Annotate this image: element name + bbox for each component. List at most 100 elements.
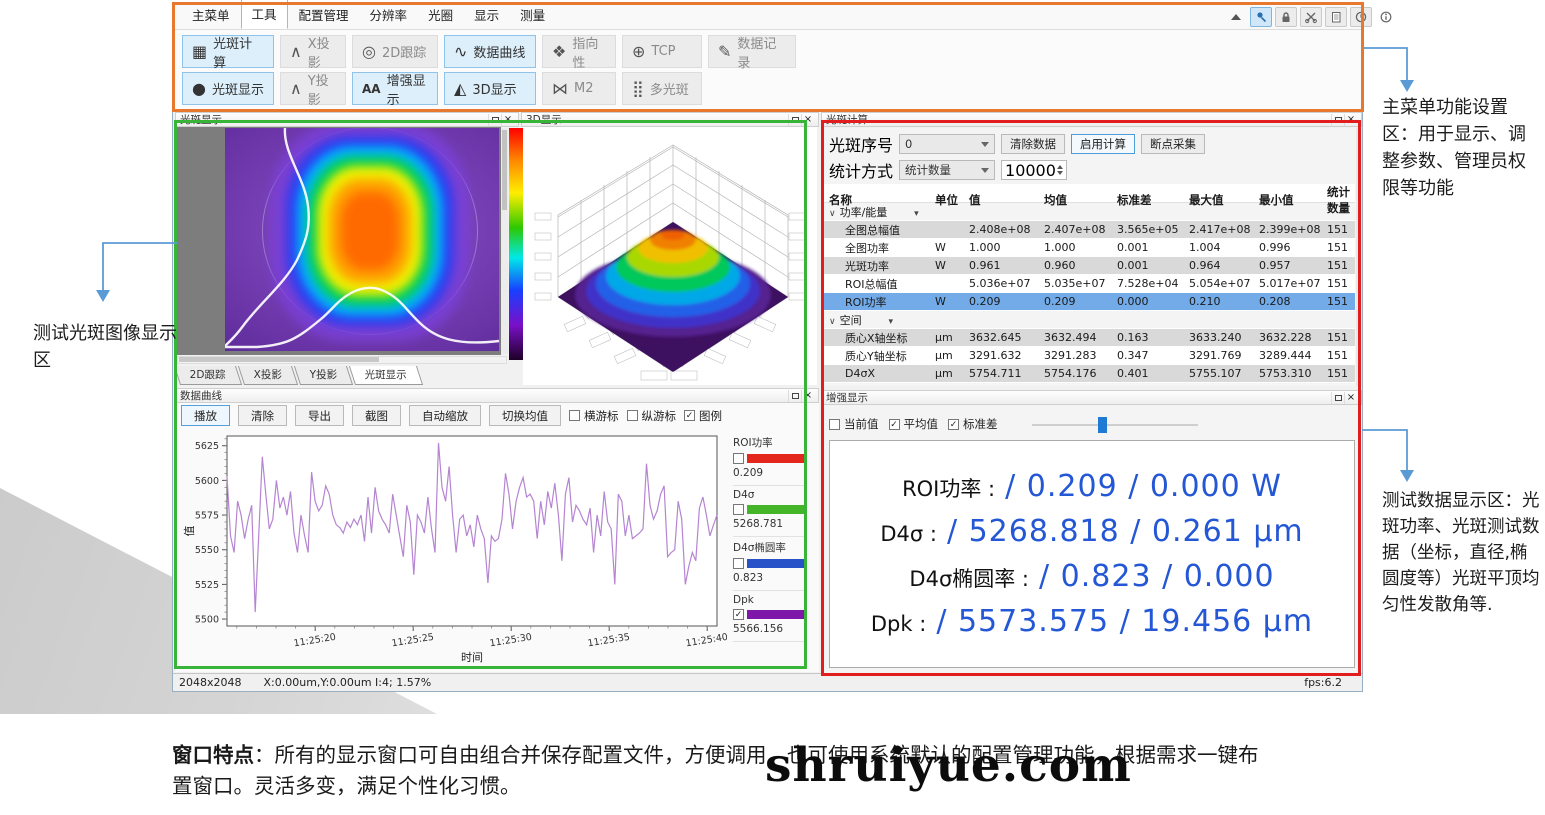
enhanced-slider-thumb[interactable]: [1098, 417, 1107, 433]
close-icon[interactable]: ×: [801, 390, 814, 402]
stat-mode-select[interactable]: 统计数量: [899, 160, 995, 180]
table-row[interactable]: 质心Y轴坐标μm3291.6323291.2830.3473291.769328…: [823, 347, 1355, 365]
enhanced-checkbox-标准差[interactable]: ✓标准差: [948, 416, 998, 432]
y-projection-icon: ∧: [290, 81, 302, 97]
menu-item-4[interactable]: 分辨率: [360, 1, 418, 29]
collapse-icon[interactable]: [1225, 7, 1247, 27]
menu-item-1[interactable]: 主菜单: [182, 1, 240, 29]
row-value: 2.408e+08: [969, 223, 1044, 236]
toolbar-button-光斑显示[interactable]: ●光斑显示: [182, 72, 274, 105]
menu-item-7[interactable]: 测量: [510, 1, 555, 29]
table-row[interactable]: 全图总幅值2.408e+082.407e+083.565e+052.417e+0…: [823, 221, 1355, 239]
column-header: 统计数量: [1327, 184, 1355, 216]
curve-button-导出[interactable]: 导出: [295, 405, 344, 426]
toolbar-button-label: 增强显示: [387, 70, 428, 108]
lock-icon[interactable]: [1275, 7, 1297, 27]
beam-hscroll-thumb[interactable]: [179, 357, 379, 362]
close-icon[interactable]: ×: [1344, 114, 1357, 126]
menu-item-6[interactable]: 显示: [464, 1, 509, 29]
toolbar-button-2D跟踪[interactable]: ◎2D跟踪: [352, 35, 438, 68]
legend-item-Dpk[interactable]: Dpk✓5566.156: [733, 591, 805, 642]
legend-item-D4σ[interactable]: D4σ5268.781: [733, 486, 805, 537]
toolbar-button-TCP[interactable]: ⊕TCP: [622, 35, 702, 68]
row-value: 5.036e+07: [969, 277, 1044, 290]
restore-icon[interactable]: [1331, 114, 1344, 126]
legend-checkbox[interactable]: [733, 558, 744, 569]
svg-text:11:25:30: 11:25:30: [489, 632, 533, 650]
toolbar-button-Y投影[interactable]: ∧Y投影: [280, 72, 346, 105]
curve-checkbox-图例[interactable]: ✓图例: [684, 408, 722, 424]
restore-icon[interactable]: [788, 390, 801, 402]
3d-icon: ◭: [454, 81, 466, 97]
file-icon[interactable]: [1325, 7, 1347, 27]
calc-controls-row-1: 光斑序号 0 清除数据启用计算断点采集: [829, 132, 1205, 156]
menu-item-5[interactable]: 光圈: [418, 1, 463, 29]
tab-光斑显示[interactable]: 光斑显示: [349, 366, 423, 385]
toolbar-button-M2[interactable]: ⋈M2: [542, 72, 616, 105]
curve-checkbox-纵游标[interactable]: 纵游标: [627, 408, 677, 424]
filter-caret-icon[interactable]: ▾: [911, 209, 918, 219]
beam-panel-header: 光斑显示 ×: [175, 112, 519, 127]
legend-checkbox[interactable]: ✓: [733, 609, 744, 620]
table-row[interactable]: D4σXμm5754.7115754.1760.4015755.1075753.…: [823, 365, 1355, 383]
3d-surface-plot[interactable]: [523, 127, 817, 385]
toolbar-button-3D显示[interactable]: ◭3D显示: [444, 72, 536, 105]
curve-panel-header: 数据曲线 ×: [175, 388, 819, 403]
curve-button-切换均值[interactable]: 切换均值: [489, 405, 561, 426]
calc-button-启用计算[interactable]: 启用计算: [1071, 134, 1135, 154]
calc-button-断点采集[interactable]: 断点采集: [1141, 134, 1205, 154]
curve-button-截图[interactable]: 截图: [352, 405, 401, 426]
toolbar-button-光斑计算[interactable]: ▦光斑计算: [182, 35, 274, 68]
row-name: 光斑功率: [823, 258, 935, 274]
menu-item-2[interactable]: 工具: [241, 0, 288, 29]
spot-seq-select[interactable]: 0: [899, 134, 995, 154]
beam-image[interactable]: [225, 128, 499, 351]
menu-item-3[interactable]: 配置管理: [289, 1, 359, 29]
table-row[interactable]: ROI功率W0.2090.2090.0000.2100.208151: [823, 293, 1355, 311]
toolbar-button-label: TCP: [651, 44, 675, 59]
restore-icon[interactable]: [1331, 392, 1344, 404]
restore-icon[interactable]: [488, 114, 501, 126]
enhanced-checkbox-当前值[interactable]: 当前值: [829, 416, 879, 432]
legend-item-ROI功率[interactable]: ROI功率0.209: [733, 432, 805, 486]
curve-checkbox-横游标[interactable]: 横游标: [569, 408, 619, 424]
column-header: 均值: [1044, 192, 1117, 208]
table-group-row[interactable]: ∨空间 ▾: [823, 311, 1355, 329]
curve-button-自动缩放[interactable]: 自动缩放: [409, 405, 481, 426]
curve-button-播放[interactable]: 播放: [181, 405, 230, 426]
filter-caret-icon[interactable]: ▾: [886, 317, 893, 327]
toolbar-button-增强显示[interactable]: AA增强显示: [352, 72, 438, 105]
enhanced-checkbox-平均值[interactable]: ✓平均值: [889, 416, 939, 432]
close-icon[interactable]: ×: [501, 114, 514, 126]
legend-checkbox[interactable]: [733, 453, 744, 464]
pin-icon[interactable]: [1250, 7, 1272, 27]
tab-Y投影[interactable]: Y投影: [294, 366, 354, 385]
restore-icon[interactable]: [788, 114, 801, 126]
table-row[interactable]: 全图功率W1.0001.0000.0011.0040.996151: [823, 239, 1355, 257]
toolbar-button-多光斑[interactable]: ⣿多光斑: [622, 72, 702, 105]
close-icon[interactable]: ×: [1344, 392, 1357, 404]
scissors-icon[interactable]: [1300, 7, 1322, 27]
data-curve-chart[interactable]: 55005525555055755600562511:25:2011:25:25…: [181, 430, 727, 672]
close-icon[interactable]: ×: [801, 114, 814, 126]
group-name: ∨空间 ▾: [823, 312, 935, 328]
clock-icon[interactable]: [1350, 7, 1372, 27]
toolbar-button-数据记录[interactable]: ✎数据记录: [708, 35, 796, 68]
toolbar-button-X投影[interactable]: ∧X投影: [280, 35, 346, 68]
beam-vscroll-thumb[interactable]: [502, 130, 507, 210]
legend-item-D4σ椭圆率[interactable]: D4σ椭圆率0.823: [733, 537, 805, 591]
table-row[interactable]: 质心X轴坐标μm3632.6453632.4940.1633633.240363…: [823, 329, 1355, 347]
info-icon[interactable]: [1375, 7, 1397, 27]
enhanced-slider-track[interactable]: [1032, 424, 1198, 426]
toolbar-button-指向性[interactable]: ❖指向性: [542, 35, 616, 68]
stat-count-stepper[interactable]: 10000: [1001, 160, 1067, 180]
curve-button-清除[interactable]: 清除: [238, 405, 287, 426]
tab-X投影[interactable]: X投影: [238, 366, 298, 385]
table-row[interactable]: ROI总幅值5.036e+075.035e+077.528e+045.054e+…: [823, 275, 1355, 293]
row-value: 5755.107: [1189, 367, 1259, 380]
table-row[interactable]: 光斑功率W0.9610.9600.0010.9640.957151: [823, 257, 1355, 275]
calc-table-scrollbar[interactable]: [1356, 128, 1362, 386]
legend-checkbox[interactable]: [733, 504, 744, 515]
toolbar-button-数据曲线[interactable]: ∿数据曲线: [444, 35, 536, 68]
calc-button-清除数据[interactable]: 清除数据: [1001, 134, 1065, 154]
